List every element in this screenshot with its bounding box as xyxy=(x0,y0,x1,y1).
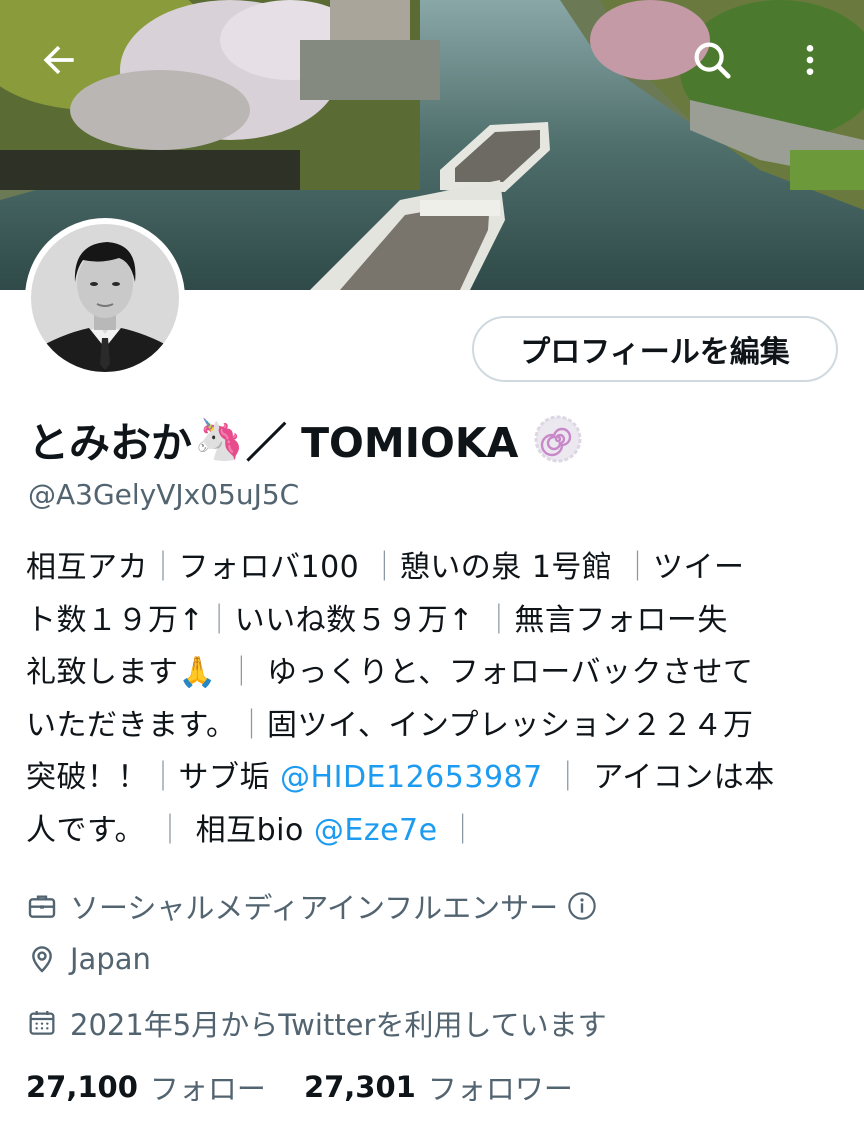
bio-text: ゆっくりと、フォローバックさせて xyxy=(266,655,754,690)
bio-text: 固ツイ、インプレッション２２４万 xyxy=(267,707,754,743)
search-button[interactable] xyxy=(684,32,740,88)
spiral-badge-icon[interactable] xyxy=(532,413,584,465)
bio-text: いただきます。 xyxy=(26,707,237,743)
bio-text: 突破！！ xyxy=(26,760,148,795)
bio-text: 無言フォロー失 xyxy=(514,602,728,638)
bio-separator: ｜ xyxy=(148,550,179,585)
followers-count: 27,301 xyxy=(303,1070,416,1104)
bio-text: 礼致します xyxy=(26,655,179,690)
profile-avatar[interactable] xyxy=(25,218,185,378)
joined-text: 2021年5月からTwitterを利用しています xyxy=(70,1008,607,1042)
display-name-suffix: ／ TOMIOKA xyxy=(245,419,519,467)
followers-link[interactable]: 27,301 フォロワー xyxy=(304,1066,573,1108)
bio-separator: ｜ xyxy=(483,602,515,638)
bio-separator: ｜ xyxy=(552,760,584,795)
info-icon[interactable] xyxy=(566,890,598,922)
bio-line: 突破！！｜サブ垢 @HIDE12653987 ｜ アイコンは本 xyxy=(26,752,842,805)
profile-joined-date: 2021年5月からTwitterを利用しています xyxy=(26,1002,607,1044)
bio-text: ツイー xyxy=(652,550,745,585)
bio-text: 相互アカ xyxy=(26,550,148,585)
following-count: 27,100 xyxy=(26,1070,138,1104)
calendar-icon xyxy=(26,1007,58,1039)
profile-category: ソーシャルメディアインフルエンサー xyxy=(26,885,598,927)
bio-text: サブ垢 xyxy=(178,760,270,795)
bio-separator: ｜ xyxy=(204,602,235,638)
display-name-text: とみおか xyxy=(28,419,192,467)
profile-bio: 相互アカ｜フォロバ100 ｜憩いの泉 1号館 ｜ツイー ト数１９万↑｜いいね数５… xyxy=(26,542,842,857)
bio-text: ト数１９万↑ xyxy=(26,602,205,638)
arrow-left-icon xyxy=(43,45,74,75)
bio-text: いいね数５９万↑ xyxy=(234,602,474,638)
follow-stats: 27,100 フォロー 27,301 フォロワー xyxy=(26,1066,573,1108)
following-link[interactable]: 27,100 フォロー xyxy=(26,1066,266,1108)
back-button[interactable] xyxy=(31,32,87,88)
bio-line: 相互アカ｜フォロバ100 ｜憩いの泉 1号館 ｜ツイー xyxy=(26,542,842,595)
display-name: とみおか 🦄 ／ TOMIOKA xyxy=(28,408,584,470)
bio-line: 礼致します🙏 ｜ ゆっくりと、フォローバックさせて xyxy=(26,647,842,700)
bio-text: アイコンは本 xyxy=(593,760,775,795)
bio-text: 人です。 xyxy=(26,812,145,848)
briefcase-icon xyxy=(26,890,58,922)
bio-line: ト数１９万↑｜いいね数５９万↑ ｜無言フォロー失 xyxy=(26,595,842,648)
bio-separator: ｜ xyxy=(148,760,179,795)
bio-text: フォロバ100 xyxy=(178,550,360,585)
edit-profile-button[interactable]: プロフィールを編集 xyxy=(472,316,838,382)
user-handle: @A3GelyVJx05uJ5C xyxy=(28,478,300,511)
mutual-bio-mention-link[interactable]: @Eze7e xyxy=(314,813,438,848)
search-icon xyxy=(694,42,731,79)
pray-emoji: 🙏 xyxy=(178,655,217,690)
bio-line: 人です。 ｜ 相互bio @Eze7e ｜ xyxy=(26,805,842,858)
unicorn-emoji: 🦄 xyxy=(194,416,244,463)
following-label: フォロー xyxy=(149,1072,266,1106)
bio-text: 相互bio xyxy=(195,812,304,848)
more-vertical-icon xyxy=(806,45,814,75)
avatar-photo xyxy=(31,224,179,372)
bio-text: 憩いの泉 1号館 xyxy=(399,550,613,585)
followers-label: フォロワー xyxy=(427,1072,573,1106)
bio-separator: ｜ xyxy=(369,550,400,585)
more-options-button[interactable] xyxy=(782,32,838,88)
bio-line: いただきます。｜固ツイ、インプレッション２２４万 xyxy=(26,700,842,753)
category-text: ソーシャルメディアインフルエンサー xyxy=(70,891,559,925)
location-pin-icon xyxy=(26,943,58,975)
bio-separator: ｜ xyxy=(447,812,479,848)
bio-separator: ｜ xyxy=(622,550,653,585)
bio-separator: ｜ xyxy=(236,707,267,743)
profile-location: Japan xyxy=(26,942,151,976)
bio-separator: ｜ xyxy=(155,812,186,848)
location-text: Japan xyxy=(70,942,151,976)
bio-separator: ｜ xyxy=(226,655,257,690)
sub-account-mention-link[interactable]: @HIDE12653987 xyxy=(280,760,543,795)
